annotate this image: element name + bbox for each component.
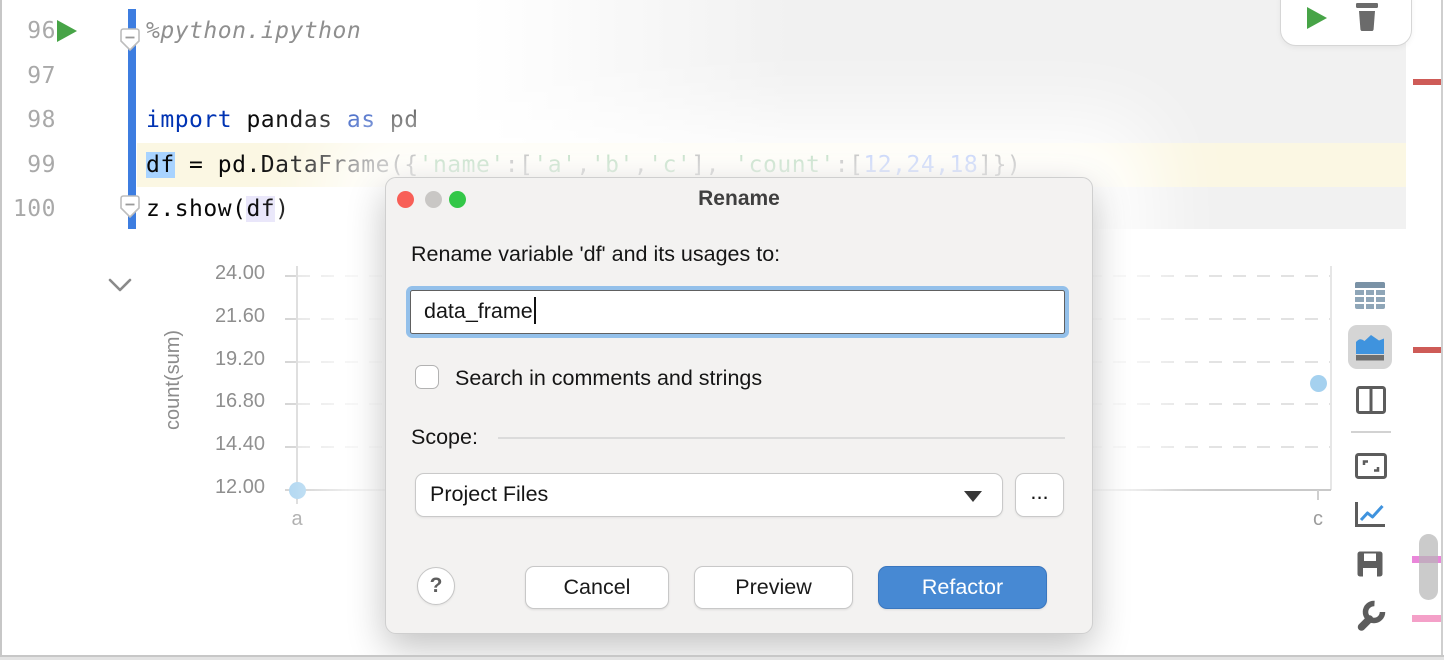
- window-border: [0, 0, 2, 657]
- code-token: 'count': [734, 152, 834, 178]
- code-token: df: [146, 152, 175, 178]
- line-number: 97: [0, 54, 56, 99]
- data-point: [1310, 375, 1327, 392]
- area-chart-icon[interactable]: [1355, 333, 1385, 361]
- sidebar-divider: [1351, 431, 1391, 433]
- save-icon[interactable]: [1356, 550, 1384, 578]
- code-token: pd: [376, 107, 419, 133]
- split-columns-icon[interactable]: [1356, 386, 1386, 414]
- line-number: 98: [0, 98, 56, 143]
- scope-select[interactable]: Project Files: [415, 473, 1003, 517]
- scope-select-value: Project Files: [430, 482, 548, 506]
- code-token: = pd.DataFrame({: [175, 152, 419, 178]
- line-chart-icon[interactable]: [1354, 501, 1386, 529]
- plot-right-border: [1330, 266, 1332, 490]
- scope-separator: [498, 437, 1065, 439]
- table-icon[interactable]: [1355, 282, 1385, 309]
- code-token: ,: [634, 152, 648, 178]
- code-token: 12,24,18: [863, 152, 978, 178]
- error-stripe-mark[interactable]: [1413, 347, 1442, 353]
- code-token: ): [275, 196, 289, 222]
- y-tick-label: 14.40: [193, 433, 265, 456]
- help-button[interactable]: ?: [417, 567, 455, 605]
- scope-more-button[interactable]: ...: [1015, 473, 1064, 517]
- scope-label: Scope:: [411, 425, 478, 450]
- code-token: %python.ipython: [146, 18, 361, 44]
- code-token: pandas: [232, 107, 347, 133]
- data-point: [289, 482, 306, 499]
- new-name-input[interactable]: data_frame: [410, 290, 1065, 334]
- trash-icon[interactable]: [1353, 1, 1381, 33]
- code-line[interactable]: 98 import pandas as pd: [0, 98, 1406, 143]
- output-view-sidebar: [1337, 255, 1405, 660]
- search-comments-label: Search in comments and strings: [455, 366, 762, 391]
- y-tick-label: 16.80: [193, 390, 265, 413]
- fit-frame-icon[interactable]: [1355, 453, 1387, 479]
- x-tick-label: a: [277, 508, 317, 531]
- code-token: df: [246, 196, 275, 222]
- code-token: 'c': [648, 152, 691, 178]
- new-name-value: data_frame: [424, 299, 533, 323]
- fold-shield-icon[interactable]: [119, 27, 141, 53]
- run-icon[interactable]: [57, 20, 77, 42]
- rename-dialog: Rename Rename variable 'df' and its usag…: [385, 177, 1093, 634]
- code-line[interactable]: 96 %python.ipython: [0, 9, 1406, 54]
- search-comments-checkbox[interactable]: [415, 365, 439, 389]
- wrench-icon[interactable]: [1354, 600, 1386, 632]
- ide-window: 96 %python.ipython 9798 import pandas as pd…: [0, 0, 1444, 660]
- chevron-down-icon[interactable]: [107, 276, 133, 294]
- refactor-button[interactable]: Refactor: [878, 566, 1047, 609]
- cancel-button[interactable]: Cancel: [525, 566, 669, 609]
- code-token: 'a': [533, 152, 576, 178]
- fold-shield-icon[interactable]: [119, 194, 141, 220]
- code-token: 'name': [419, 152, 505, 178]
- code-token: :[: [835, 152, 864, 178]
- line-number: 96: [0, 9, 56, 54]
- text-caret: [534, 297, 536, 324]
- y-tick-label: 12.00: [193, 476, 265, 499]
- window-border: [1441, 0, 1443, 657]
- dialog-title: Rename: [386, 187, 1092, 211]
- code-token: 'b': [591, 152, 634, 178]
- code-token: ,: [576, 152, 590, 178]
- code-line[interactable]: 97: [0, 54, 1406, 99]
- run-icon[interactable]: [1307, 7, 1327, 29]
- chevron-down-icon: [964, 491, 982, 502]
- preview-button[interactable]: Preview: [694, 566, 853, 609]
- rename-prompt-label: Rename variable 'df' and its usages to:: [411, 242, 780, 267]
- line-number: 100: [0, 187, 56, 232]
- code-token: ]}): [978, 152, 1021, 178]
- x-tick-label: c: [1298, 508, 1338, 531]
- code-token: z.show(: [146, 196, 246, 222]
- error-stripe-mark[interactable]: [1413, 79, 1442, 85]
- y-tick-label: 24.00: [193, 262, 265, 285]
- y-tick-label: 19.20: [193, 348, 265, 371]
- y-axis-line: [296, 266, 298, 504]
- stripe-mark-pink[interactable]: [1412, 615, 1442, 622]
- code-token: as: [347, 107, 376, 133]
- y-tick-label: 21.60: [193, 305, 265, 328]
- scrollbar-thumb[interactable]: [1419, 534, 1438, 600]
- paragraph-toolbar: [1280, 0, 1412, 46]
- y-axis-label: count(sum): [162, 250, 186, 510]
- x-tick-mark: [1317, 490, 1319, 500]
- line-number: 99: [0, 143, 56, 188]
- code-token: ],: [691, 152, 734, 178]
- code-token: import: [146, 107, 232, 133]
- code-token: :[: [505, 152, 534, 178]
